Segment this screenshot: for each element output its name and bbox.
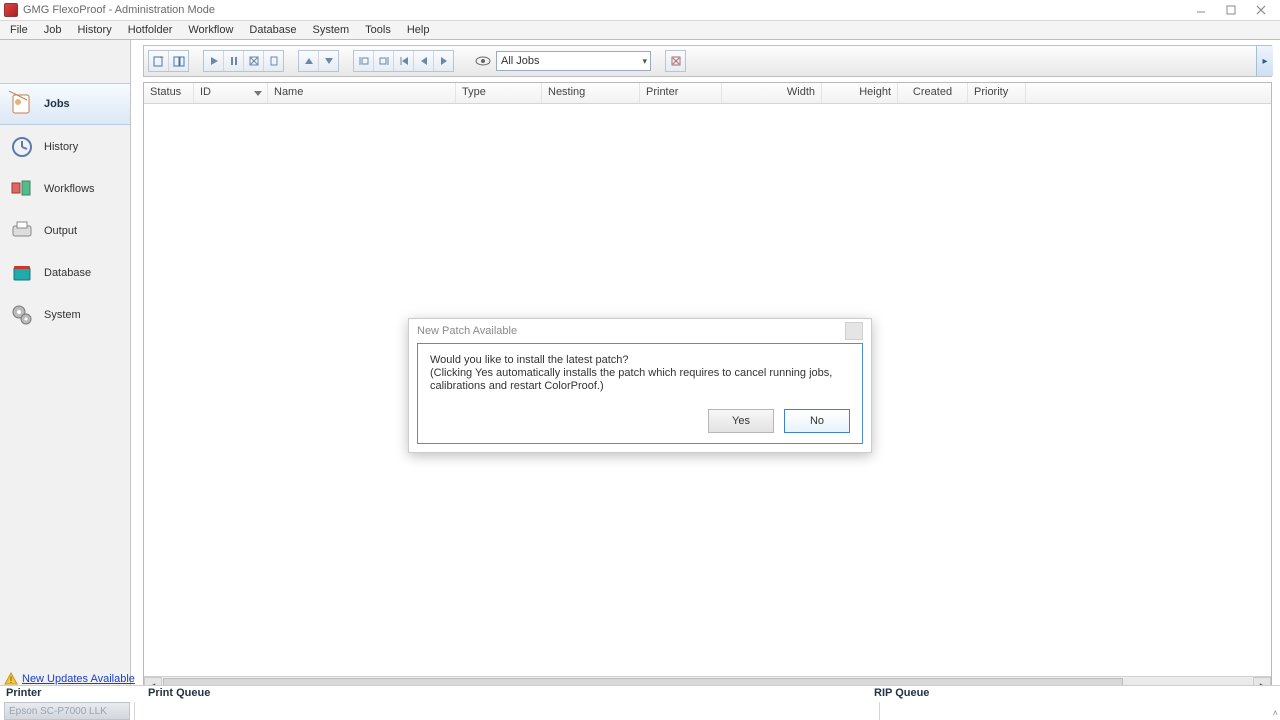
menu-file[interactable]: File bbox=[2, 23, 36, 37]
dialog-close-button[interactable] bbox=[845, 322, 863, 340]
column-headers: Status ID Name Type Nesting Printer Widt… bbox=[144, 83, 1271, 104]
sidebar-item-history[interactable]: History bbox=[0, 127, 130, 167]
toolbar-clear-filter-button[interactable] bbox=[666, 51, 685, 71]
toolbar-new-job-button[interactable]: + bbox=[149, 51, 169, 71]
history-icon bbox=[8, 133, 36, 161]
toolbar-next-button[interactable] bbox=[434, 51, 453, 71]
window-maximize-button[interactable] bbox=[1216, 1, 1246, 19]
printer-selector[interactable]: Epson SC-P7000 LLK bbox=[4, 702, 130, 720]
toolbar-skip-back-button[interactable] bbox=[394, 51, 414, 71]
sidebar: Jobs History Workflows Output Database S… bbox=[0, 77, 131, 694]
svg-text:!: ! bbox=[10, 675, 13, 685]
updates-bar: ! New Updates Available bbox=[4, 672, 135, 686]
workflows-icon bbox=[8, 175, 36, 203]
column-name[interactable]: Name bbox=[268, 83, 456, 103]
sidebar-item-workflows[interactable]: Workflows bbox=[0, 169, 130, 209]
sidebar-item-output[interactable]: Output bbox=[0, 211, 130, 251]
sidebar-item-label: Workflows bbox=[44, 183, 95, 195]
dialog-line2: (Clicking Yes automatically installs the… bbox=[430, 367, 850, 393]
job-filter-dropdown[interactable]: All Jobs ▾ bbox=[496, 51, 651, 71]
gear-icon bbox=[8, 301, 36, 329]
sidebar-item-system[interactable]: System bbox=[0, 295, 130, 335]
toolbar-delete-button[interactable] bbox=[264, 51, 283, 71]
toolbar-align1-button[interactable] bbox=[354, 51, 374, 71]
sidebar-spacer-top bbox=[0, 40, 131, 77]
dialog-title-text: New Patch Available bbox=[417, 325, 517, 337]
statusbar: Printer Print Queue RIP Queue Epson SC-P… bbox=[0, 685, 1280, 720]
sidebar-item-label: Database bbox=[44, 267, 91, 279]
column-status[interactable]: Status bbox=[144, 83, 194, 103]
patch-dialog: New Patch Available Would you like to in… bbox=[408, 318, 872, 453]
sidebar-item-label: System bbox=[44, 309, 81, 321]
column-printer[interactable]: Printer bbox=[640, 83, 722, 103]
toolbar-movedown-button[interactable] bbox=[319, 51, 338, 71]
warning-icon: ! bbox=[4, 672, 18, 686]
menu-workflow[interactable]: Workflow bbox=[180, 23, 241, 37]
column-type[interactable]: Type bbox=[456, 83, 542, 103]
menu-help[interactable]: Help bbox=[399, 23, 438, 37]
toolbar-align2-button[interactable] bbox=[374, 51, 394, 71]
dialog-yes-button[interactable]: Yes bbox=[708, 409, 774, 433]
menu-tools[interactable]: Tools bbox=[357, 23, 399, 37]
column-nesting[interactable]: Nesting bbox=[542, 83, 640, 103]
column-created[interactable]: Created bbox=[898, 83, 968, 103]
jobs-icon bbox=[8, 90, 36, 118]
menu-hotfolder[interactable]: Hotfolder bbox=[120, 23, 181, 37]
menubar: File Job History Hotfolder Workflow Data… bbox=[0, 21, 1280, 40]
window-close-button[interactable] bbox=[1246, 1, 1276, 19]
status-printqueue-label: Print Queue bbox=[142, 686, 868, 702]
status-printer-label: Printer bbox=[0, 686, 142, 702]
status-ripqueue-label: RIP Queue bbox=[868, 686, 1280, 702]
visibility-icon[interactable] bbox=[474, 52, 492, 70]
toolbar-expand-button[interactable]: ▸ bbox=[1256, 46, 1273, 76]
toolbar: + All Jobs ▾ bbox=[143, 45, 1272, 77]
window-titlebar: GMG FlexoProof - Administration Mode bbox=[0, 0, 1280, 21]
svg-text:+: + bbox=[160, 55, 164, 62]
window-minimize-button[interactable] bbox=[1186, 1, 1216, 19]
dialog-no-button[interactable]: No bbox=[784, 409, 850, 433]
toolbar-new-nesting-button[interactable] bbox=[169, 51, 188, 71]
window-title: GMG FlexoProof - Administration Mode bbox=[23, 4, 215, 16]
updates-link[interactable]: New Updates Available bbox=[22, 673, 135, 685]
toolbar-pause-button[interactable] bbox=[224, 51, 244, 71]
sidebar-item-label: Jobs bbox=[44, 98, 70, 110]
menu-database[interactable]: Database bbox=[241, 23, 304, 37]
toolbar-stop-button[interactable] bbox=[244, 51, 264, 71]
toolbar-prev-button[interactable] bbox=[414, 51, 434, 71]
sidebar-item-jobs[interactable]: Jobs bbox=[0, 83, 130, 125]
toolbar-moveup-button[interactable] bbox=[299, 51, 319, 71]
app-icon bbox=[4, 3, 18, 17]
column-priority[interactable]: Priority bbox=[968, 83, 1026, 103]
toolbar-play-button[interactable] bbox=[204, 51, 224, 71]
chevron-down-icon: ▾ bbox=[642, 56, 647, 67]
column-height[interactable]: Height bbox=[822, 83, 898, 103]
scroll-up-icon[interactable]: ˄ bbox=[1273, 708, 1278, 718]
job-filter-value: All Jobs bbox=[501, 55, 540, 67]
menu-history[interactable]: History bbox=[69, 23, 119, 37]
menu-system[interactable]: System bbox=[304, 23, 357, 37]
sidebar-item-label: History bbox=[44, 141, 78, 153]
output-icon bbox=[8, 217, 36, 245]
column-width[interactable]: Width bbox=[722, 83, 822, 103]
sidebar-item-database[interactable]: Database bbox=[0, 253, 130, 293]
column-id[interactable]: ID bbox=[194, 83, 268, 103]
menu-job[interactable]: Job bbox=[36, 23, 70, 37]
dialog-line1: Would you like to install the latest pat… bbox=[430, 354, 850, 367]
database-icon bbox=[8, 259, 36, 287]
sidebar-item-label: Output bbox=[44, 225, 77, 237]
